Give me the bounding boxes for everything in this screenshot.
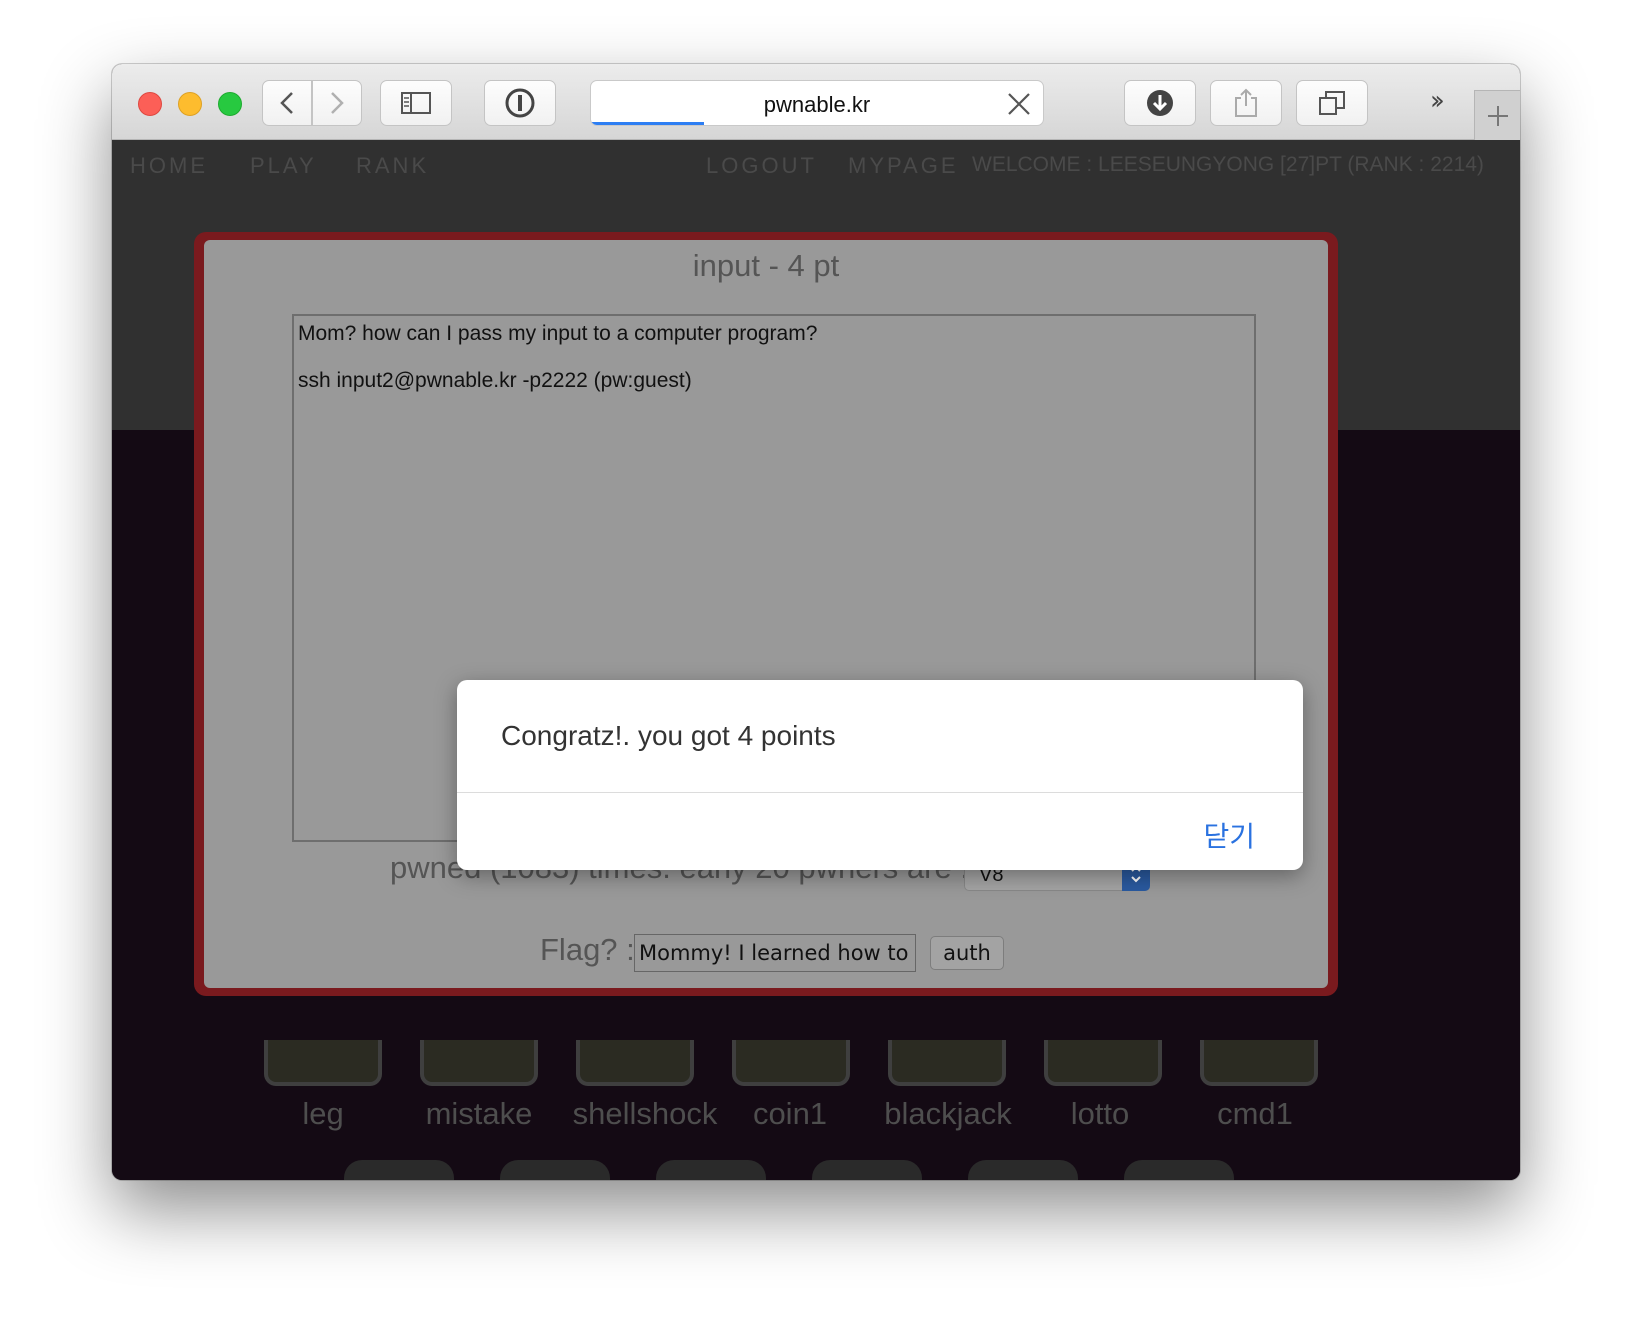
game-label[interactable]: lotto bbox=[1010, 1096, 1190, 1132]
tabs-icon bbox=[1319, 91, 1345, 115]
page-load-progress bbox=[591, 122, 704, 125]
game-thumb-shellshock[interactable] bbox=[576, 1040, 694, 1086]
sidebar-icon bbox=[401, 92, 431, 114]
forward-button[interactable] bbox=[312, 80, 362, 126]
tabs-overview-button[interactable] bbox=[1296, 80, 1368, 126]
game-thumb-blackjack[interactable] bbox=[888, 1040, 1006, 1086]
close-icon bbox=[1008, 93, 1030, 115]
alert-dialog: Congratz!. you got 4 points 닫기 bbox=[457, 680, 1303, 870]
downloads-button[interactable] bbox=[1124, 80, 1196, 126]
game-label[interactable]: mistake bbox=[389, 1096, 569, 1132]
address-bar[interactable]: pwnable.kr bbox=[590, 80, 1044, 126]
game-thumb-next-row bbox=[1124, 1160, 1234, 1180]
browser-window: pwnable.kr ›› HOME PLAY RANK LOGOUT MYPA… bbox=[112, 64, 1520, 1180]
welcome-text: WELCOME : LEESEUNGYONG [27]PT (RANK : 22… bbox=[972, 153, 1484, 176]
description-line: ssh input2@pwnable.kr -p2222 (pw:guest) bbox=[298, 369, 692, 392]
share-button[interactable] bbox=[1210, 80, 1282, 126]
download-icon bbox=[1147, 90, 1173, 116]
password-manager-button[interactable] bbox=[484, 80, 556, 126]
chevron-right-icon bbox=[331, 92, 344, 114]
1password-icon bbox=[505, 88, 535, 118]
challenge-modal: input - 4 pt Mom? how can I pass my inpu… bbox=[194, 232, 1338, 996]
minimize-window-button[interactable] bbox=[178, 92, 202, 116]
new-tab-button[interactable] bbox=[1474, 90, 1520, 140]
challenge-title: input - 4 pt bbox=[692, 248, 840, 283]
game-thumb-next-row bbox=[968, 1160, 1078, 1180]
flag-input[interactable]: Mommy! I learned how to p bbox=[634, 934, 916, 972]
stop-loading-button[interactable] bbox=[1005, 90, 1033, 118]
zoom-window-button[interactable] bbox=[218, 92, 242, 116]
alert-divider bbox=[457, 792, 1303, 793]
site-nav: HOME PLAY RANK LOGOUT MYPAGE WELCOME : L… bbox=[112, 140, 1520, 190]
game-thumb-coin1[interactable] bbox=[732, 1040, 850, 1086]
game-thumb-cmd1[interactable] bbox=[1200, 1040, 1318, 1086]
game-thumb-next-row bbox=[344, 1160, 454, 1180]
back-button[interactable] bbox=[262, 80, 312, 126]
url-text: pwnable.kr bbox=[763, 92, 871, 117]
chevron-left-icon bbox=[280, 92, 293, 114]
game-thumb-leg[interactable] bbox=[264, 1040, 382, 1086]
game-label[interactable]: coin1 bbox=[700, 1096, 880, 1132]
description-line: Mom? how can I pass my input to a comput… bbox=[298, 322, 818, 345]
game-thumb-next-row bbox=[812, 1160, 922, 1180]
game-thumb-next-row bbox=[656, 1160, 766, 1180]
game-label[interactable]: cmd1 bbox=[1165, 1096, 1345, 1132]
nav-play[interactable]: PLAY bbox=[250, 153, 317, 179]
game-thumb-next-row bbox=[500, 1160, 610, 1180]
share-icon bbox=[1235, 88, 1257, 117]
close-window-button[interactable] bbox=[138, 92, 162, 116]
plus-icon bbox=[1487, 105, 1508, 126]
game-grid: leg mistake shellshock coin1 blackjack l… bbox=[112, 1040, 1520, 1180]
flag-label: Flag? : bbox=[540, 932, 635, 967]
nav-mypage[interactable]: MYPAGE bbox=[848, 153, 959, 179]
game-thumb-lotto[interactable] bbox=[1044, 1040, 1162, 1086]
toolbar-overflow-icon[interactable]: ›› bbox=[1430, 86, 1445, 116]
nav-logout[interactable]: LOGOUT bbox=[706, 153, 817, 179]
alert-message: Congratz!. you got 4 points bbox=[501, 720, 836, 751]
nav-home[interactable]: HOME bbox=[130, 153, 208, 179]
auth-button[interactable]: auth bbox=[930, 936, 1004, 970]
game-label[interactable]: leg bbox=[233, 1096, 413, 1132]
alert-close-button[interactable]: 닫기 bbox=[1203, 815, 1255, 855]
game-thumb-mistake[interactable] bbox=[420, 1040, 538, 1086]
browser-toolbar: pwnable.kr ›› bbox=[112, 64, 1520, 140]
challenge-modal-body: input - 4 pt Mom? how can I pass my inpu… bbox=[204, 240, 1328, 988]
nav-rank[interactable]: RANK bbox=[356, 153, 429, 179]
sidebar-button[interactable] bbox=[380, 80, 452, 126]
